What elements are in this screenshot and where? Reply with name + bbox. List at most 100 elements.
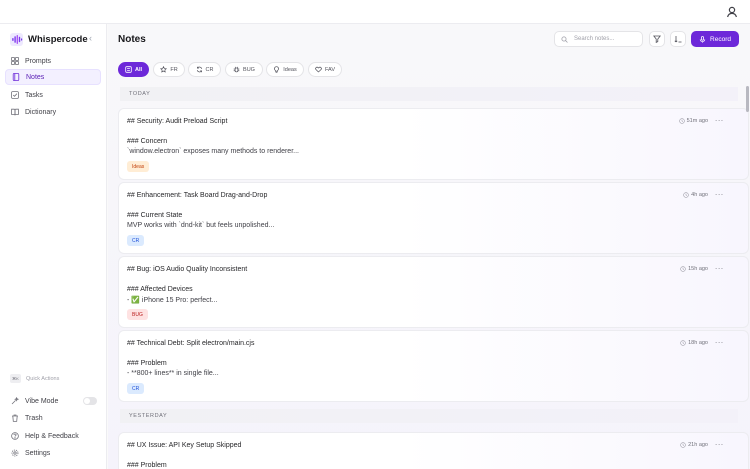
more-options-icon[interactable]: ... <box>715 116 724 123</box>
app-name: Whispercode <box>28 33 88 45</box>
sidebar-item-label: Notes <box>26 73 45 81</box>
group-header-yesterday: YESTERDAY <box>120 409 738 423</box>
sort-icon <box>674 35 682 43</box>
group-header-today: TODAY <box>120 87 738 101</box>
note-heading: ### Affected Devices <box>127 286 193 293</box>
note-heading: ### Current State <box>127 212 183 219</box>
filter-chip-ideas[interactable]: Ideas <box>266 62 304 77</box>
search-icon <box>561 35 568 43</box>
filter-chip-label: FR <box>170 66 178 73</box>
vibe-mode-toggle[interactable] <box>83 397 97 405</box>
note-tag[interactable]: BUG <box>127 309 148 320</box>
microphone-icon <box>699 35 706 43</box>
filter-chip-label: Ideas <box>283 66 297 73</box>
clock-icon <box>680 266 686 272</box>
filter-chip-label: All <box>134 66 143 73</box>
note-timestamp: 15h ago <box>680 266 708 272</box>
filter-chip-fr[interactable]: FR <box>153 62 185 77</box>
scrollbar-thumb[interactable] <box>746 86 749 112</box>
app-logo-icon <box>10 32 23 46</box>
filter-chip-cr[interactable]: CR <box>188 62 221 77</box>
record-button[interactable]: Record <box>691 31 739 47</box>
refresh-icon <box>196 66 203 73</box>
note-card[interactable]: ## UX Issue: API Key Setup Skipped 21h a… <box>118 432 749 469</box>
sidebar-item-tasks[interactable]: Tasks <box>5 87 101 103</box>
grid-icon <box>11 57 19 65</box>
sidebar-item-notes[interactable]: Notes <box>5 69 101 85</box>
sidebar-item-label: Prompts <box>25 57 52 65</box>
brand: Whispercode <box>10 32 88 46</box>
note-title: ## UX Issue: API Key Setup Skipped <box>127 442 242 449</box>
note-tag[interactable]: CR <box>127 383 145 394</box>
sidebar-item-prompts[interactable]: Prompts <box>5 53 101 69</box>
more-options-icon[interactable]: ... <box>715 190 724 197</box>
note-card[interactable]: ## Security: Audit Preload Script 51m ag… <box>118 108 749 180</box>
note-tag[interactable]: Ideas <box>127 161 150 172</box>
note-card[interactable]: ## Technical Debt: Split electron/main.c… <box>118 330 749 402</box>
more-options-icon[interactable]: ... <box>715 264 724 271</box>
quick-actions[interactable]: ⌘K Quick Actions <box>10 374 59 383</box>
heart-icon <box>315 66 322 73</box>
trash-icon <box>11 414 19 422</box>
sidebar-item-settings[interactable]: Settings <box>5 445 101 461</box>
search-input[interactable]: Search notes... <box>554 31 643 47</box>
clock-icon <box>680 340 686 346</box>
filter-icon <box>653 35 661 43</box>
page-title: Notes <box>118 34 146 45</box>
checkbox-icon <box>11 91 19 99</box>
sidebar-item-label: Tasks <box>25 91 43 99</box>
more-options-icon[interactable]: ... <box>715 338 724 345</box>
note-timestamp: 4h ago <box>683 192 708 198</box>
note-time: 4h ago <box>691 192 708 198</box>
note-timestamp: 51m ago <box>678 118 708 124</box>
note-title: ## Security: Audit Preload Script <box>127 118 228 125</box>
note-card[interactable]: ## Bug: iOS Audio Quality Inconsistent 1… <box>118 256 749 328</box>
notebook-icon <box>12 73 20 81</box>
filter-chip-label: FAV <box>325 66 335 73</box>
note-card[interactable]: ## Enhancement: Task Board Drag-and-Drop… <box>118 182 749 254</box>
filter-chip-label: BUG <box>243 66 255 73</box>
filter-chip-label: CR <box>205 66 214 73</box>
book-icon <box>11 108 19 116</box>
bulb-icon <box>273 66 280 73</box>
note-tag[interactable]: CR <box>127 235 145 246</box>
note-timestamp: 18h ago <box>680 340 708 346</box>
record-label: Record <box>710 35 731 43</box>
more-options-icon[interactable]: ... <box>715 440 724 447</box>
sidebar-item-label: Help & Feedback <box>25 432 79 440</box>
note-title: ## Enhancement: Task Board Drag-and-Drop <box>127 192 268 199</box>
note-heading: ### Concern <box>127 138 168 145</box>
note-preview: - **800+ lines** in single file... <box>127 370 219 377</box>
filter-chip-all[interactable]: All <box>118 62 149 77</box>
filter-chip-fav[interactable]: FAV <box>308 62 342 77</box>
note-preview: `window.electron` exposes many methods t… <box>127 148 299 155</box>
list-icon <box>125 66 132 73</box>
filter-chip-bug[interactable]: BUG <box>225 62 263 77</box>
note-heading: ### Problem <box>127 462 167 469</box>
sidebar-item-trash[interactable]: Trash <box>5 410 101 426</box>
collapse-sidebar-icon[interactable]: ‹ <box>89 33 92 43</box>
sort-button[interactable] <box>670 31 686 47</box>
user-icon[interactable] <box>724 4 740 20</box>
note-title: ## Technical Debt: Split electron/main.c… <box>127 340 255 347</box>
clock-icon <box>683 192 689 198</box>
star-icon <box>160 66 168 73</box>
clock-icon <box>680 442 686 448</box>
help-icon <box>11 432 19 440</box>
note-preview: - ✅ iPhone 15 Pro: perfect... <box>127 297 218 304</box>
quick-actions-label: Quick Actions <box>26 375 60 382</box>
sparkle-icon <box>11 397 19 405</box>
clock-icon <box>678 118 685 124</box>
sidebar-item-label: Vibe Mode <box>25 397 59 405</box>
note-time: 15h ago <box>688 266 708 272</box>
search-placeholder: Search notes... <box>574 36 615 42</box>
sidebar: Whispercode ‹ Prompts Notes Tasks Dictio… <box>0 24 107 469</box>
note-heading: ### Problem <box>127 360 167 367</box>
sidebar-item-help[interactable]: Help & Feedback <box>5 428 101 444</box>
filter-button[interactable] <box>649 31 665 47</box>
sidebar-item-label: Trash <box>25 414 43 422</box>
note-time: 51m ago <box>686 118 708 124</box>
sidebar-item-dictionary[interactable]: Dictionary <box>5 104 101 120</box>
note-timestamp: 21h ago <box>680 442 708 448</box>
shortcut-badge: ⌘K <box>10 374 21 383</box>
